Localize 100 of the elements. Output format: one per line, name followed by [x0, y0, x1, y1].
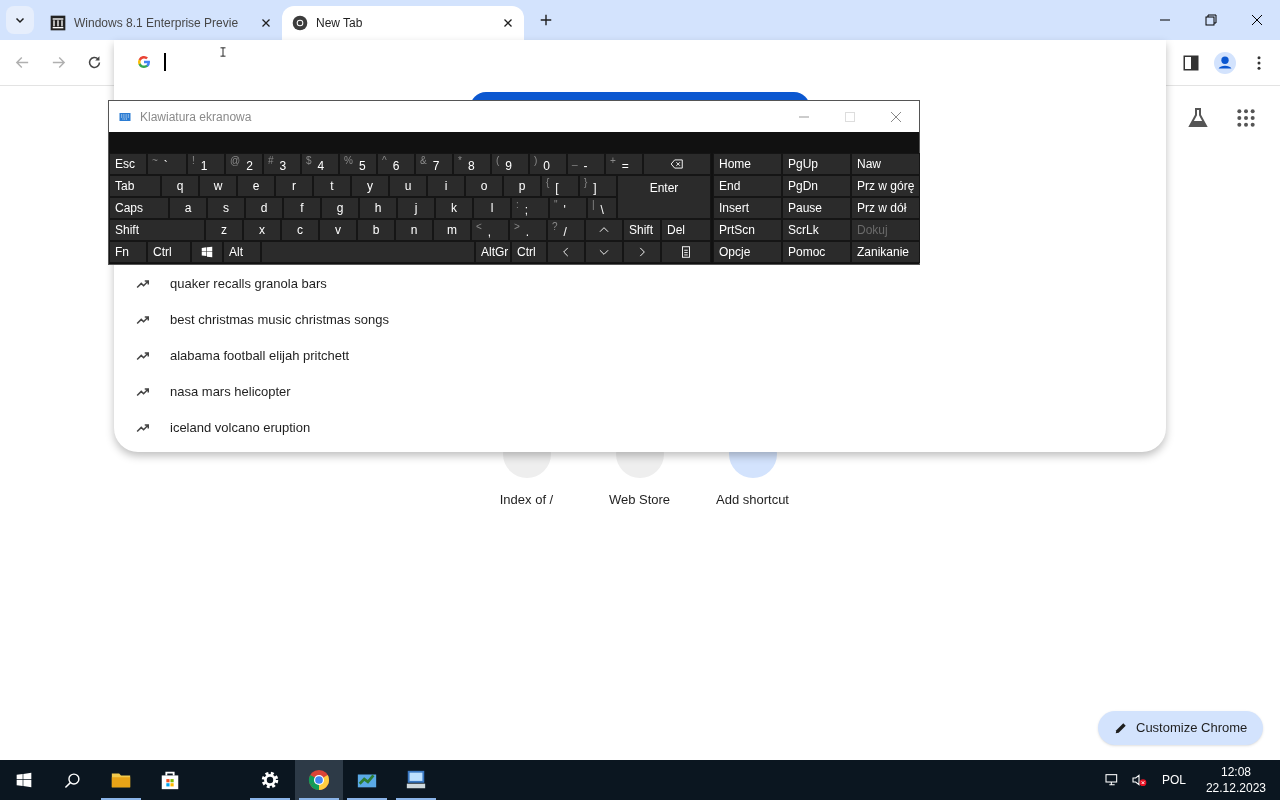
- keyboard-key[interactable]: _ -: [567, 153, 605, 175]
- network-icon[interactable]: [1103, 772, 1120, 788]
- keyboard-key[interactable]: { [: [541, 175, 579, 197]
- keyboard-key[interactable]: < ,: [471, 219, 509, 241]
- keyboard-key[interactable]: ~ `: [147, 153, 187, 175]
- keyboard-key[interactable]: * 8: [453, 153, 491, 175]
- keyboard-key[interactable]: } ]: [579, 175, 617, 197]
- keyboard-key[interactable]: ^ 6: [377, 153, 415, 175]
- keyboard-key[interactable]: ScrLk: [782, 219, 851, 241]
- keyboard-key[interactable]: ) 0: [529, 153, 567, 175]
- keyboard-key[interactable]: Tab: [109, 175, 161, 197]
- language-indicator[interactable]: POL: [1157, 771, 1190, 789]
- keyboard-key[interactable]: " ': [549, 197, 587, 219]
- suggestion-item[interactable]: alabama football elijah pritchett: [170, 346, 350, 366]
- keyboard-key[interactable]: g: [321, 197, 359, 219]
- keyboard-key[interactable]: a: [169, 197, 207, 219]
- keyboard-key[interactable]: Enter: [617, 175, 711, 219]
- keyboard-key[interactable]: [191, 241, 223, 263]
- keyboard-key[interactable]: Opcje: [713, 241, 782, 263]
- keyboard-key[interactable]: v: [319, 219, 357, 241]
- shortcut-label[interactable]: Web Store: [608, 490, 671, 510]
- keyboard-key[interactable]: Pomoc: [782, 241, 851, 263]
- shortcut-label[interactable]: Index of /: [499, 490, 554, 510]
- keyboard-key[interactable]: y: [351, 175, 389, 197]
- keyboard-key[interactable]: PgUp: [782, 153, 851, 175]
- keyboard-key[interactable]: n: [395, 219, 433, 241]
- browser-tab[interactable]: Windows 8.1 Enterprise Previe: [40, 6, 282, 40]
- keyboard-key[interactable]: d: [245, 197, 283, 219]
- muted-speaker-icon[interactable]: [1129, 772, 1148, 788]
- taskbar-app-button[interactable]: [295, 760, 343, 800]
- suggestion-item[interactable]: nasa mars helicopter: [170, 382, 291, 402]
- keyboard-key[interactable]: Esc: [109, 153, 147, 175]
- keyboard-key[interactable]: p: [503, 175, 541, 197]
- keyboard-key[interactable]: t: [313, 175, 351, 197]
- keyboard-key[interactable]: q: [161, 175, 199, 197]
- keyboard-key[interactable]: PgDn: [782, 175, 851, 197]
- keyboard-key[interactable]: e: [237, 175, 275, 197]
- keyboard-key[interactable]: $ 4: [301, 153, 339, 175]
- keyboard-key[interactable]: Del: [661, 219, 711, 241]
- keyboard-key[interactable]: Prz w górę: [851, 175, 920, 197]
- keyboard-key[interactable]: i: [427, 175, 465, 197]
- customize-chrome-button[interactable]: Customize Chrome: [1098, 711, 1264, 745]
- keyboard-key[interactable]: f: [283, 197, 321, 219]
- profile-icon[interactable]: [1214, 51, 1236, 74]
- keyboard-key[interactable]: s: [207, 197, 245, 219]
- keyboard-key[interactable]: Caps: [109, 197, 169, 219]
- keyboard-key[interactable]: Shift: [623, 219, 661, 241]
- keyboard-key[interactable]: Shift: [109, 219, 205, 241]
- keyboard-key[interactable]: & 7: [415, 153, 453, 175]
- clock-time[interactable]: 12:08: [1220, 764, 1251, 780]
- keyboard-key[interactable]: r: [275, 175, 313, 197]
- keyboard-key[interactable]: k: [435, 197, 473, 219]
- close-icon[interactable]: [260, 17, 272, 29]
- keyboard-key[interactable]: ( 9: [491, 153, 529, 175]
- keyboard-key[interactable]: m: [433, 219, 471, 241]
- keyboard-key[interactable]: Prz w dół: [851, 197, 920, 219]
- keyboard-key[interactable]: End: [713, 175, 782, 197]
- keyboard-key[interactable]: Ctrl: [147, 241, 191, 263]
- keyboard-key[interactable]: + =: [605, 153, 643, 175]
- suggestion-item[interactable]: iceland volcano eruption: [170, 418, 311, 438]
- keyboard-key[interactable]: Zanikanie: [851, 241, 920, 263]
- keyboard-key[interactable]: x: [243, 219, 281, 241]
- tab-list-button[interactable]: [6, 6, 34, 34]
- browser-tab[interactable]: New Tab: [282, 6, 524, 40]
- suggestion-item[interactable]: quaker recalls granola bars: [170, 274, 327, 294]
- keyboard-key[interactable]: Alt: [223, 241, 261, 263]
- keyboard-key[interactable]: w: [199, 175, 237, 197]
- shortcut-label[interactable]: Add shortcut: [716, 490, 789, 510]
- apps-grid-icon[interactable]: [1236, 108, 1256, 128]
- keyboard-key[interactable]: ! 1: [187, 153, 225, 175]
- keyboard-key[interactable]: Home: [713, 153, 782, 175]
- keyboard-key[interactable]: : ;: [511, 197, 549, 219]
- keyboard-key[interactable]: AltGr: [475, 241, 511, 263]
- keyboard-key[interactable]: u: [389, 175, 427, 197]
- keyboard-key[interactable]: j: [397, 197, 435, 219]
- keyboard-key[interactable]: h: [359, 197, 397, 219]
- keyboard-key[interactable]: z: [205, 219, 243, 241]
- clock-date[interactable]: 22.12.2023: [1205, 780, 1266, 796]
- keyboard-key[interactable]: % 5: [339, 153, 377, 175]
- keyboard-key[interactable]: [643, 153, 711, 175]
- side-panel-icon[interactable]: [1182, 53, 1200, 72]
- close-icon[interactable]: [502, 17, 514, 29]
- keyboard-key[interactable]: ? /: [547, 219, 585, 241]
- keyboard-key[interactable]: Naw: [851, 153, 920, 175]
- keyboard-key[interactable]: o: [465, 175, 503, 197]
- keyboard-key[interactable]: [661, 241, 711, 263]
- keyboard-key[interactable]: c: [281, 219, 319, 241]
- keyboard-key[interactable]: @ 2: [225, 153, 263, 175]
- keyboard-key[interactable]: Insert: [713, 197, 782, 219]
- keyboard-key[interactable]: # 3: [263, 153, 301, 175]
- flask-icon[interactable]: [1186, 106, 1210, 130]
- keyboard-key[interactable]: > .: [509, 219, 547, 241]
- keyboard-key[interactable]: Pause: [782, 197, 851, 219]
- keyboard-key[interactable]: Fn: [109, 241, 147, 263]
- keyboard-key[interactable]: | \: [587, 197, 617, 219]
- keyboard-key[interactable]: PrtScn: [713, 219, 782, 241]
- keyboard-key[interactable]: b: [357, 219, 395, 241]
- keyboard-key[interactable]: l: [473, 197, 511, 219]
- suggestion-item[interactable]: best christmas music christmas songs: [170, 310, 389, 330]
- keyboard-key[interactable]: Ctrl: [511, 241, 547, 263]
